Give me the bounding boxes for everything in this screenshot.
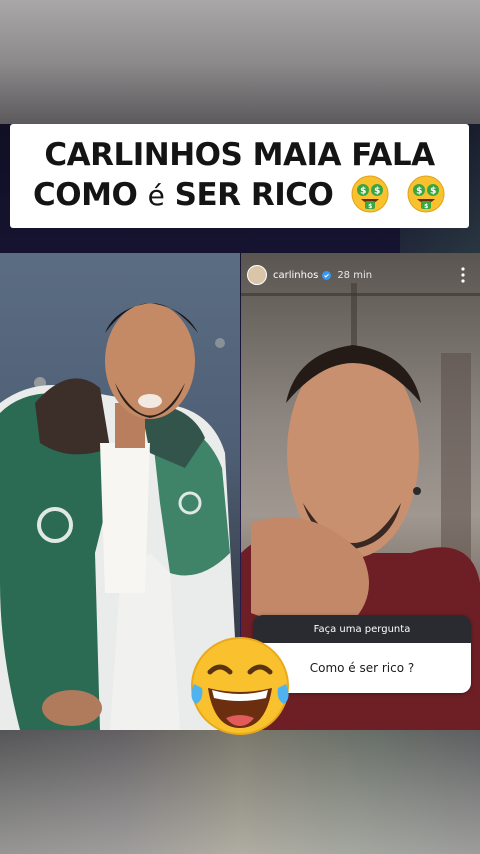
- story-timestamp: 28 min: [337, 269, 373, 281]
- avatar[interactable]: [247, 265, 267, 285]
- title-line-2: COMO é SER RICO $ $ $ $ $ $: [33, 175, 446, 217]
- more-options-icon[interactable]: [456, 265, 470, 285]
- title-word-ser-rico: SER RICO: [174, 177, 334, 214]
- title-line-1: CARLINHOS MAIA FALA: [44, 137, 435, 174]
- money-mouth-face-icon: $ $ $: [407, 175, 445, 213]
- svg-text:$: $: [416, 186, 422, 196]
- svg-text:$: $: [374, 186, 380, 196]
- blurred-background-bottom: [0, 730, 480, 854]
- face-with-tears-of-joy-icon: [191, 637, 289, 735]
- svg-text:$: $: [360, 186, 366, 196]
- story-username[interactable]: carlinhos: [273, 270, 318, 281]
- title-word-como: COMO: [33, 177, 138, 214]
- svg-text:$: $: [368, 203, 372, 210]
- verified-badge-icon: [322, 270, 332, 280]
- svg-text:$: $: [424, 203, 428, 210]
- money-mouth-face-icon: $ $ $: [351, 175, 389, 213]
- title-card: CARLINHOS MAIA FALA COMO é SER RICO $ $ …: [10, 124, 469, 228]
- title-word-e: é: [147, 179, 165, 213]
- story-header: carlinhos 28 min: [241, 263, 480, 287]
- blurred-background-top: [0, 0, 480, 124]
- svg-text:$: $: [430, 186, 436, 196]
